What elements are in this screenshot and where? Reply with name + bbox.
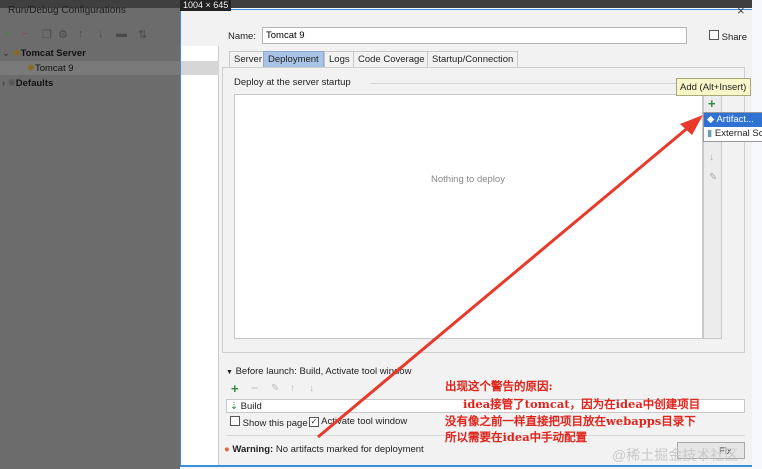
size-label: 1004 × 645	[180, 0, 232, 11]
annotation-line: 出现这个警告的原因:	[445, 379, 553, 393]
annotation-line: 所以需要在idea中手动配置	[445, 430, 588, 444]
annotation-line: idea接管了tomcat，因为在idea中创建项目	[463, 397, 701, 411]
watermark: @稀土掘金技术社区	[612, 447, 739, 463]
annotation-line: 没有像之前一样直接把项目放在webapps目录下	[445, 414, 696, 428]
